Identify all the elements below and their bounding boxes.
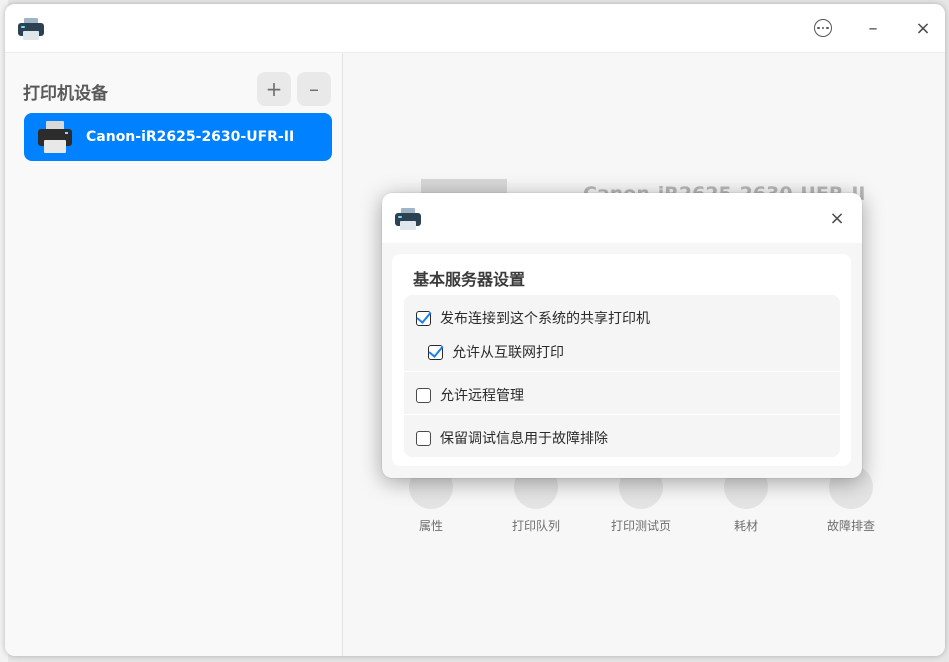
dialog-title: 基本服务器设置 <box>413 270 526 289</box>
remove-printer-button[interactable]: – <box>297 72 331 106</box>
close-button[interactable]: × <box>909 14 937 42</box>
option-label: 发布连接到这个系统的共享打印机 <box>440 311 650 327</box>
print-queue-label: 打印队列 <box>511 519 560 533</box>
checkbox-unchecked-icon <box>416 387 431 403</box>
printer-name-label: Canon-iR2625-2630-UFR-II <box>86 129 295 145</box>
close-icon: × <box>829 207 845 229</box>
more-circle-icon <box>814 19 832 37</box>
minimize-button[interactable]: – <box>859 14 887 42</box>
printer-list-item[interactable]: Canon-iR2625-2630-UFR-II <box>24 113 332 161</box>
plus-icon: + <box>265 77 283 101</box>
sharing-group: 发布连接到这个系统的共享打印机 允许从互联网打印 <box>404 295 840 371</box>
window-menu-button[interactable] <box>809 14 837 42</box>
add-printer-button[interactable]: + <box>257 72 291 106</box>
allow-remote-admin-checkbox[interactable]: 允许远程管理 <box>416 385 524 405</box>
troubleshoot-label: 故障排查 <box>826 519 875 533</box>
checkbox-checked-icon <box>428 344 443 360</box>
minus-icon: – <box>309 77 319 101</box>
option-label: 保留调试信息用于故障排除 <box>440 431 608 447</box>
printer-icon <box>38 121 72 153</box>
checkbox-checked-icon <box>416 310 431 326</box>
remote-admin-group: 允许远程管理 <box>404 372 840 414</box>
dialog-content: 基本服务器设置 发布连接到这个系统的共享打印机 允许从互联网打印 允许远程管理 … <box>392 254 851 466</box>
publish-shared-printers-checkbox[interactable]: 发布连接到这个系统的共享打印机 <box>416 308 650 328</box>
debug-group: 保留调试信息用于故障排除 <box>404 415 840 457</box>
printer-icon <box>395 208 421 230</box>
server-settings-dialog: × 基本服务器设置 发布连接到这个系统的共享打印机 允许从互联网打印 允许远程管… <box>382 193 862 478</box>
checkbox-unchecked-icon <box>416 430 431 446</box>
option-label: 允许远程管理 <box>440 388 524 404</box>
dialog-close-button[interactable]: × <box>824 205 850 231</box>
close-icon: × <box>915 17 931 39</box>
dialog-header: × <box>382 193 862 243</box>
action-row: 属性 打印队列 打印测试页 耗材 故障排查 <box>343 465 945 555</box>
allow-internet-printing-checkbox[interactable]: 允许从互联网打印 <box>428 342 564 362</box>
supplies-label: 耗材 <box>733 519 758 533</box>
minimize-icon: – <box>868 17 878 39</box>
print-test-page-label: 打印测试页 <box>610 519 671 533</box>
sidebar: 打印机设备 + – Canon-iR2625-2630-UFR-II <box>5 53 343 656</box>
sidebar-title: 打印机设备 <box>23 84 108 104</box>
printer-icon <box>18 18 44 40</box>
keep-debug-info-checkbox[interactable]: 保留调试信息用于故障排除 <box>416 428 608 448</box>
titlebar: – × <box>5 4 945 53</box>
option-label: 允许从互联网打印 <box>452 345 564 361</box>
properties-label: 属性 <box>418 519 443 533</box>
